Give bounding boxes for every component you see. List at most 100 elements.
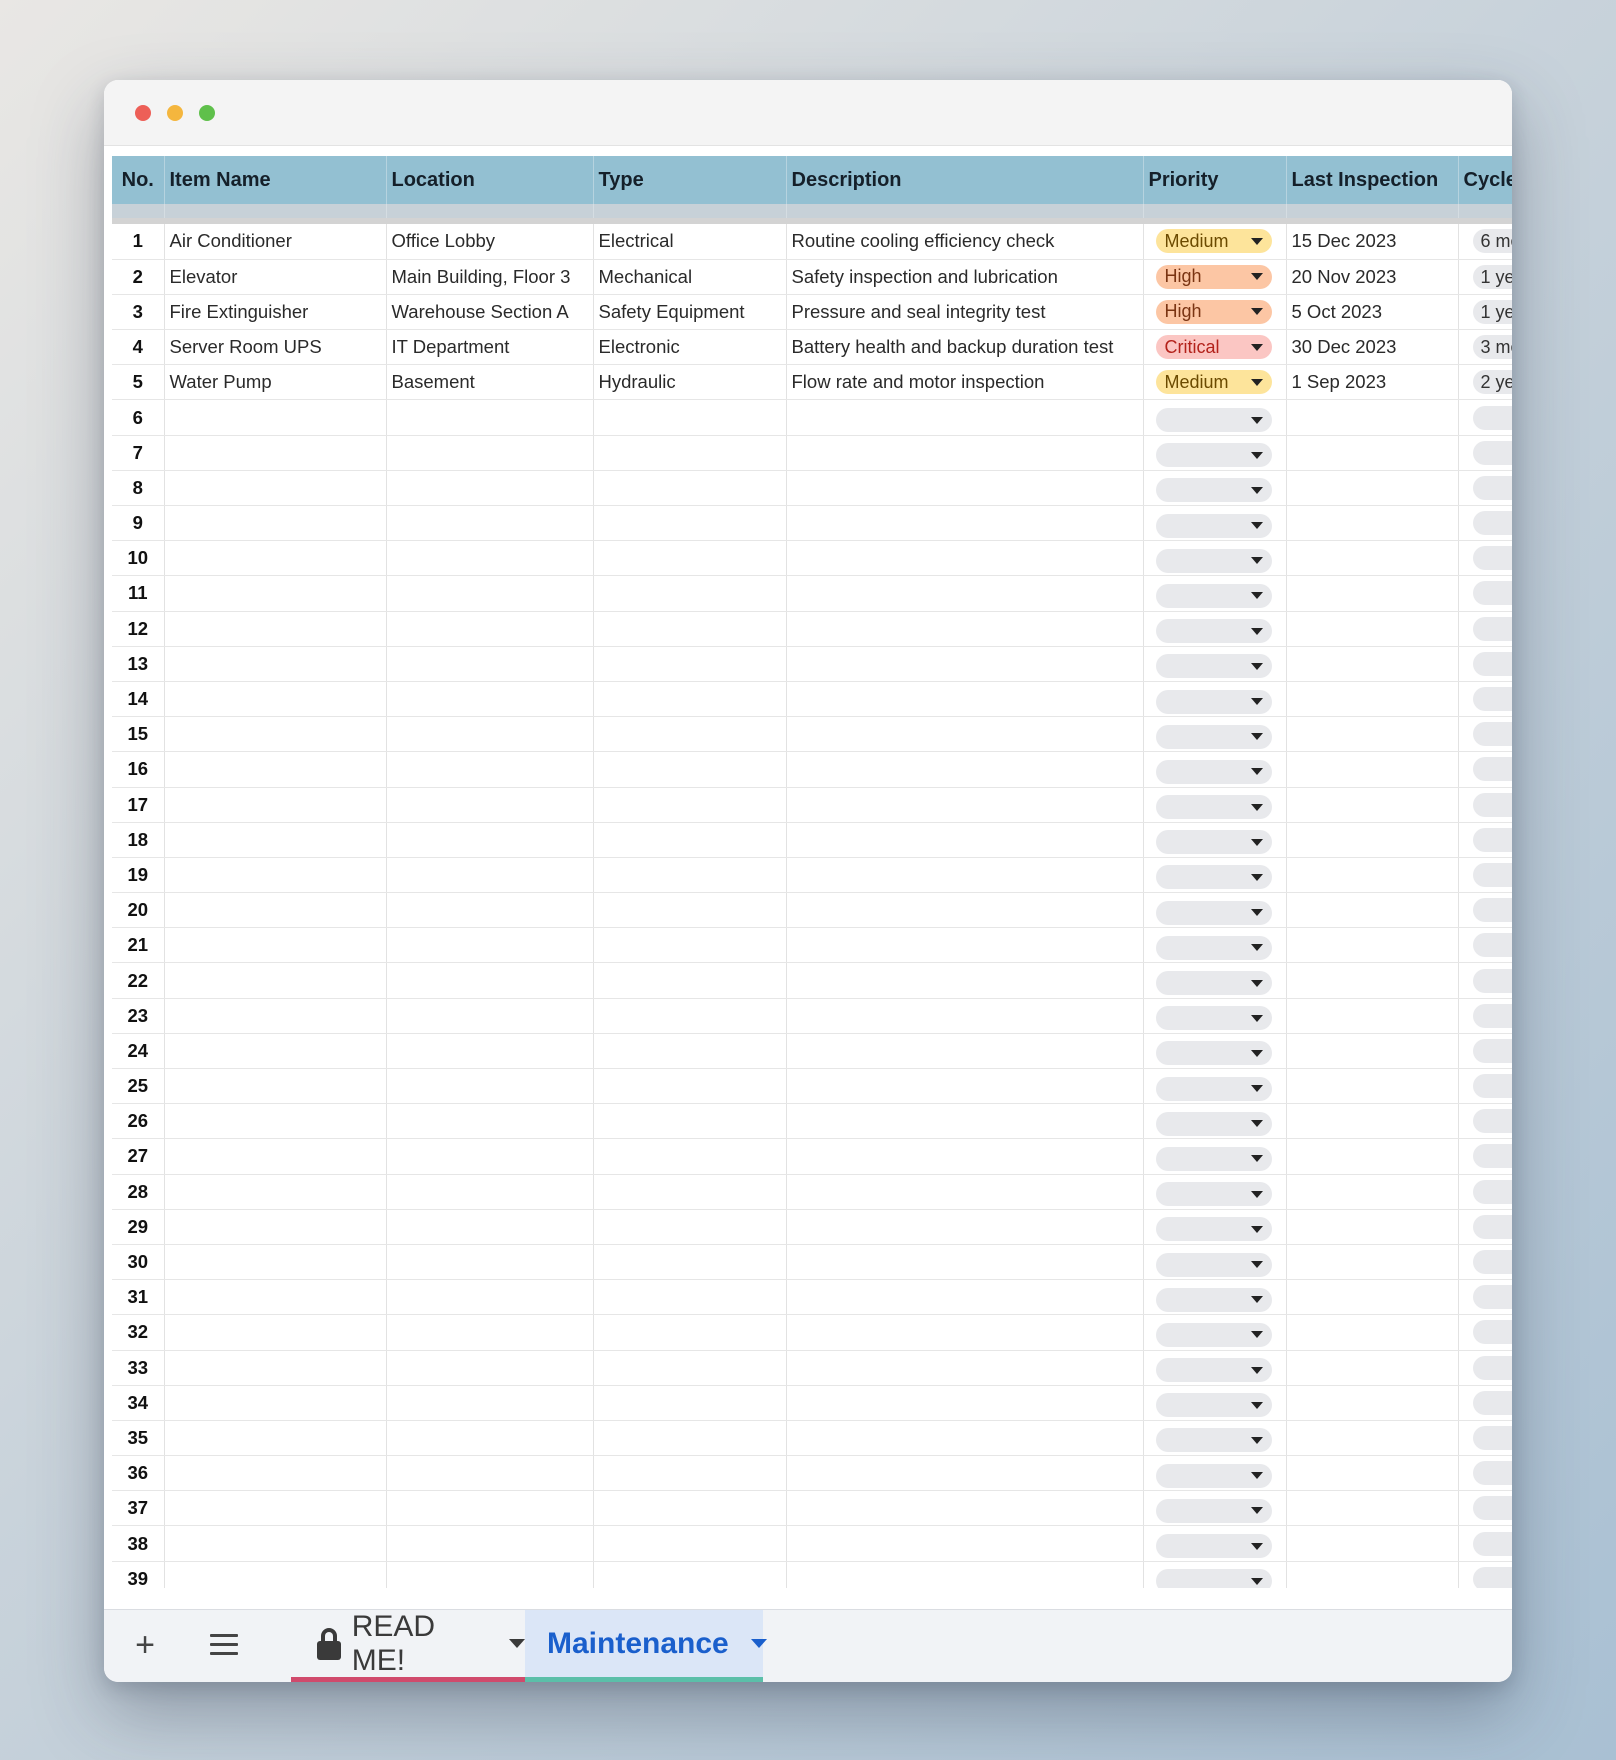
cell-cycle[interactable]: 3 months — [1458, 329, 1512, 366]
row-number[interactable]: 38 — [112, 1525, 165, 1562]
cell-priority[interactable] — [1143, 470, 1287, 507]
cycle-dropdown[interactable] — [1472, 898, 1512, 923]
cell-item-name[interactable]: Air Conditioner — [164, 224, 387, 260]
empty-cell[interactable] — [1286, 399, 1459, 436]
empty-cell[interactable] — [164, 1279, 387, 1316]
cycle-dropdown[interactable] — [1472, 1074, 1512, 1099]
cell-priority[interactable] — [1143, 998, 1287, 1034]
cell-cycle[interactable] — [1458, 857, 1512, 894]
cell-type[interactable]: Electrical — [593, 224, 787, 260]
empty-cell[interactable] — [386, 1420, 594, 1457]
cycle-dropdown[interactable] — [1472, 1390, 1512, 1415]
priority-dropdown[interactable] — [1155, 1569, 1272, 1588]
cycle-dropdown[interactable] — [1472, 792, 1512, 817]
empty-cell[interactable] — [164, 892, 387, 929]
cycle-dropdown[interactable] — [1472, 757, 1512, 782]
empty-cell[interactable] — [593, 1455, 787, 1492]
empty-cell[interactable] — [164, 822, 387, 858]
empty-cell[interactable] — [593, 1561, 787, 1588]
empty-cell[interactable] — [164, 927, 387, 964]
priority-dropdown[interactable] — [1155, 900, 1272, 925]
priority-dropdown[interactable] — [1155, 654, 1272, 679]
empty-cell[interactable] — [164, 681, 387, 718]
cycle-dropdown[interactable]: 1 year — [1472, 264, 1512, 289]
cell-priority[interactable] — [1143, 435, 1287, 471]
empty-cell[interactable] — [786, 505, 1144, 542]
cell-cycle[interactable] — [1458, 540, 1512, 577]
cell-cycle[interactable] — [1458, 1174, 1512, 1210]
cell-priority[interactable]: High — [1143, 294, 1287, 331]
empty-cell[interactable] — [386, 435, 594, 471]
priority-dropdown[interactable]: High — [1155, 299, 1272, 324]
row-number[interactable]: 30 — [112, 1244, 165, 1281]
cell-cycle[interactable] — [1458, 575, 1512, 612]
cell-type[interactable]: Safety Equipment — [593, 294, 787, 331]
cell-cycle[interactable] — [1458, 1279, 1512, 1316]
priority-dropdown[interactable] — [1155, 1287, 1272, 1312]
cell-priority[interactable] — [1143, 399, 1287, 436]
cycle-dropdown[interactable] — [1472, 968, 1512, 993]
cycle-dropdown[interactable] — [1472, 616, 1512, 641]
empty-cell[interactable] — [386, 1244, 594, 1281]
empty-cell[interactable] — [786, 857, 1144, 894]
empty-cell[interactable] — [164, 1033, 387, 1070]
row-number[interactable]: 15 — [112, 716, 165, 753]
row-number[interactable]: 39 — [112, 1561, 165, 1588]
cell-cycle[interactable] — [1458, 892, 1512, 929]
priority-dropdown[interactable] — [1155, 1182, 1272, 1207]
cell-priority[interactable] — [1143, 1138, 1287, 1175]
empty-cell[interactable] — [1286, 1209, 1459, 1245]
row-number[interactable]: 20 — [112, 892, 165, 929]
cell-cycle[interactable] — [1458, 998, 1512, 1034]
empty-cell[interactable] — [1286, 822, 1459, 858]
cell-location[interactable]: IT Department — [386, 329, 594, 366]
cycle-dropdown[interactable] — [1472, 1461, 1512, 1486]
cycle-dropdown[interactable] — [1472, 405, 1512, 430]
empty-cell[interactable] — [786, 1561, 1144, 1588]
empty-cell[interactable] — [386, 962, 594, 999]
cycle-dropdown[interactable] — [1472, 1496, 1512, 1521]
cell-cycle[interactable] — [1458, 1420, 1512, 1457]
empty-cell[interactable] — [593, 1244, 787, 1281]
cell-location[interactable]: Office Lobby — [386, 224, 594, 260]
empty-cell[interactable] — [786, 1525, 1144, 1562]
cell-priority[interactable] — [1143, 681, 1287, 718]
column-header-priority[interactable]: Priority — [1143, 156, 1287, 204]
chevron-down-icon[interactable] — [750, 1639, 767, 1648]
row-number[interactable]: 35 — [112, 1420, 165, 1457]
empty-cell[interactable] — [386, 998, 594, 1034]
priority-dropdown[interactable] — [1155, 513, 1272, 538]
row-number[interactable]: 22 — [112, 962, 165, 999]
empty-cell[interactable] — [593, 1138, 787, 1175]
empty-cell[interactable] — [786, 1385, 1144, 1421]
empty-cell[interactable] — [593, 1174, 787, 1210]
cell-cycle[interactable] — [1458, 1068, 1512, 1105]
empty-cell[interactable] — [786, 1174, 1144, 1210]
row-number[interactable]: 34 — [112, 1385, 165, 1421]
cell-priority[interactable]: High — [1143, 259, 1287, 295]
empty-cell[interactable] — [786, 716, 1144, 753]
empty-cell[interactable] — [386, 1068, 594, 1105]
priority-dropdown[interactable] — [1155, 443, 1272, 468]
cell-priority[interactable] — [1143, 716, 1287, 753]
row-number[interactable]: 13 — [112, 646, 165, 682]
empty-cell[interactable] — [1286, 998, 1459, 1034]
empty-cell[interactable] — [786, 1350, 1144, 1386]
chevron-down-icon[interactable] — [509, 1639, 525, 1648]
priority-dropdown[interactable] — [1155, 478, 1272, 503]
cycle-dropdown[interactable] — [1472, 862, 1512, 887]
empty-cell[interactable] — [1286, 1561, 1459, 1588]
cell-priority[interactable] — [1143, 1068, 1287, 1105]
empty-cell[interactable] — [386, 575, 594, 612]
empty-cell[interactable] — [386, 470, 594, 507]
empty-cell[interactable] — [386, 1209, 594, 1245]
empty-cell[interactable] — [1286, 681, 1459, 718]
row-number[interactable]: 16 — [112, 751, 165, 788]
priority-dropdown[interactable] — [1155, 619, 1272, 644]
cycle-dropdown[interactable] — [1472, 475, 1512, 500]
cycle-dropdown[interactable]: 3 months — [1472, 335, 1512, 360]
tab-maintenance[interactable]: Maintenance — [525, 1610, 767, 1682]
empty-cell[interactable] — [164, 1385, 387, 1421]
priority-dropdown[interactable] — [1155, 759, 1272, 784]
empty-cell[interactable] — [386, 927, 594, 964]
